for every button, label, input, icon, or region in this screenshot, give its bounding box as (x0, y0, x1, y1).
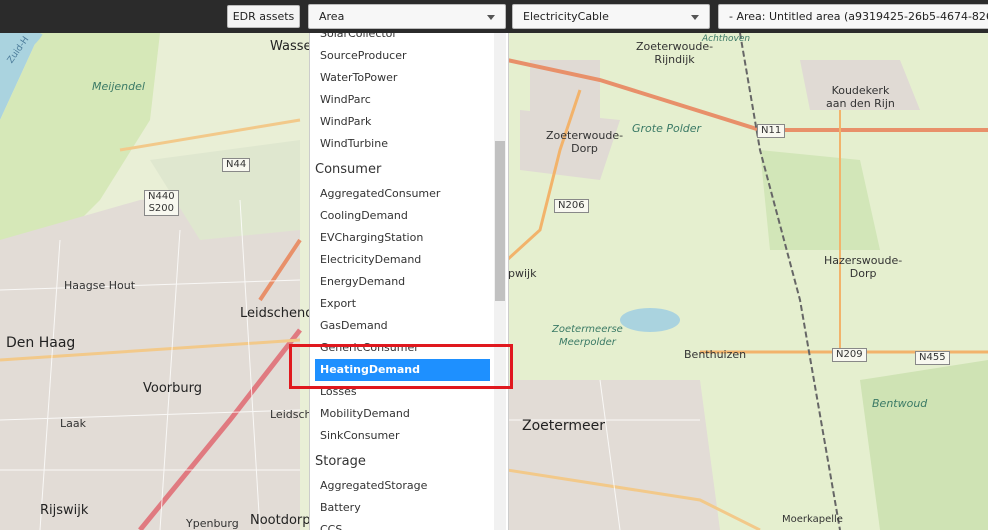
option-evchargingstation[interactable]: EVChargingStation (310, 227, 490, 249)
map-label-leidschendam: Leidschend (240, 306, 314, 321)
map-label-den-haag: Den Haag (6, 335, 76, 351)
option-export[interactable]: Export (310, 293, 490, 315)
map-label-voorburg: Voorburg (143, 381, 202, 396)
option-mobilitydemand[interactable]: MobilityDemand (310, 403, 490, 425)
highlight-box (289, 344, 513, 389)
option-watertopower[interactable]: WaterToPower (310, 67, 490, 89)
map-label-zoeterwoude-rijndijk: Zoeterwoude- Rijndijk (636, 40, 714, 66)
option-coolingdemand[interactable]: CoolingDemand (310, 205, 490, 227)
road-shield-n206: N206 (554, 199, 589, 213)
option-windparc[interactable]: WindParc (310, 89, 490, 111)
map-label-haagse-hout: Haagse Hout (64, 279, 136, 292)
road-shield-n11: N11 (757, 124, 786, 138)
map-label-pwijk: pwijk (508, 267, 537, 280)
area-select[interactable]: Area (308, 4, 506, 29)
chevron-down-icon (691, 15, 699, 20)
road-shield-n209: N209 (832, 348, 867, 362)
area-info-value: - Area: Untitled area (a9319425-26b5-467… (729, 10, 988, 23)
option-gasdemand[interactable]: GasDemand (310, 315, 490, 337)
map-label-benthuizen: Benthuizen (684, 348, 747, 361)
road-shield-n44: N44 (222, 158, 251, 172)
option-battery[interactable]: Battery (310, 497, 490, 519)
map-label-leidschenveen: Leidsch (270, 408, 312, 421)
map-label-wassenaar: Wasse (270, 39, 312, 54)
map-label-laak: Laak (60, 417, 86, 430)
group-header-consumer: Consumer (315, 162, 382, 177)
area-dropdown-list[interactable]: SolarCollector SourceProducer WaterToPow… (309, 33, 509, 530)
edr-assets-button[interactable]: EDR assets (227, 5, 300, 28)
map-label-koudekerk: Koudekerk aan den Rijn (826, 84, 895, 110)
map-label-moerkapelle: Moerkapelle (782, 514, 843, 525)
asset-type-select-value: ElectricityCable (523, 10, 609, 23)
map-label-zoetermeer: Zoetermeer (522, 418, 606, 434)
dropdown-options: SolarCollector SourceProducer WaterToPow… (310, 33, 490, 530)
option-aggregatedstorage[interactable]: AggregatedStorage (310, 475, 490, 497)
map-label-bentwoud: Bentwoud (872, 397, 928, 410)
group-header-storage: Storage (315, 454, 366, 469)
map-label-hazerswoude: Hazerswoude- Dorp (824, 254, 903, 280)
map-label-grote-polder: Grote Polder (632, 122, 702, 135)
area-select-value: Area (319, 10, 345, 23)
asset-type-select[interactable]: ElectricityCable (512, 4, 710, 29)
area-info-select[interactable]: - Area: Untitled area (a9319425-26b5-467… (718, 4, 988, 29)
option-energydemand[interactable]: EnergyDemand (310, 271, 490, 293)
option-windpark[interactable]: WindPark (310, 111, 490, 133)
map-label-zoetermeerse-meerpolder: Zoetermeerse Meerpolder (552, 324, 623, 348)
map-label-rijswijk: Rijswijk (40, 503, 89, 518)
road-shield-n455: N455 (915, 351, 950, 365)
dropdown-scrollbar-thumb[interactable] (495, 141, 505, 301)
option-sinkconsumer[interactable]: SinkConsumer (310, 425, 490, 447)
option-windturbine[interactable]: WindTurbine (310, 133, 490, 155)
map-label-meijendel: Meijendel (92, 80, 145, 93)
map-label-ypenburg: Ypenburg (186, 517, 239, 530)
map-label-zoeterwoude-dorp: Zoeterwoude- Dorp (546, 129, 624, 155)
option-aggregatedconsumer[interactable]: AggregatedConsumer (310, 183, 490, 205)
option-ccs[interactable]: CCS (310, 519, 490, 530)
chevron-down-icon (487, 15, 495, 20)
option-sourceproducer[interactable]: SourceProducer (310, 45, 490, 67)
road-shield-n440: N440 S200 (144, 190, 179, 216)
option-solarcollector[interactable]: SolarCollector (310, 33, 490, 45)
option-electricitydemand[interactable]: ElectricityDemand (310, 249, 490, 271)
map-label-nootdorp: Nootdorp (250, 513, 311, 528)
